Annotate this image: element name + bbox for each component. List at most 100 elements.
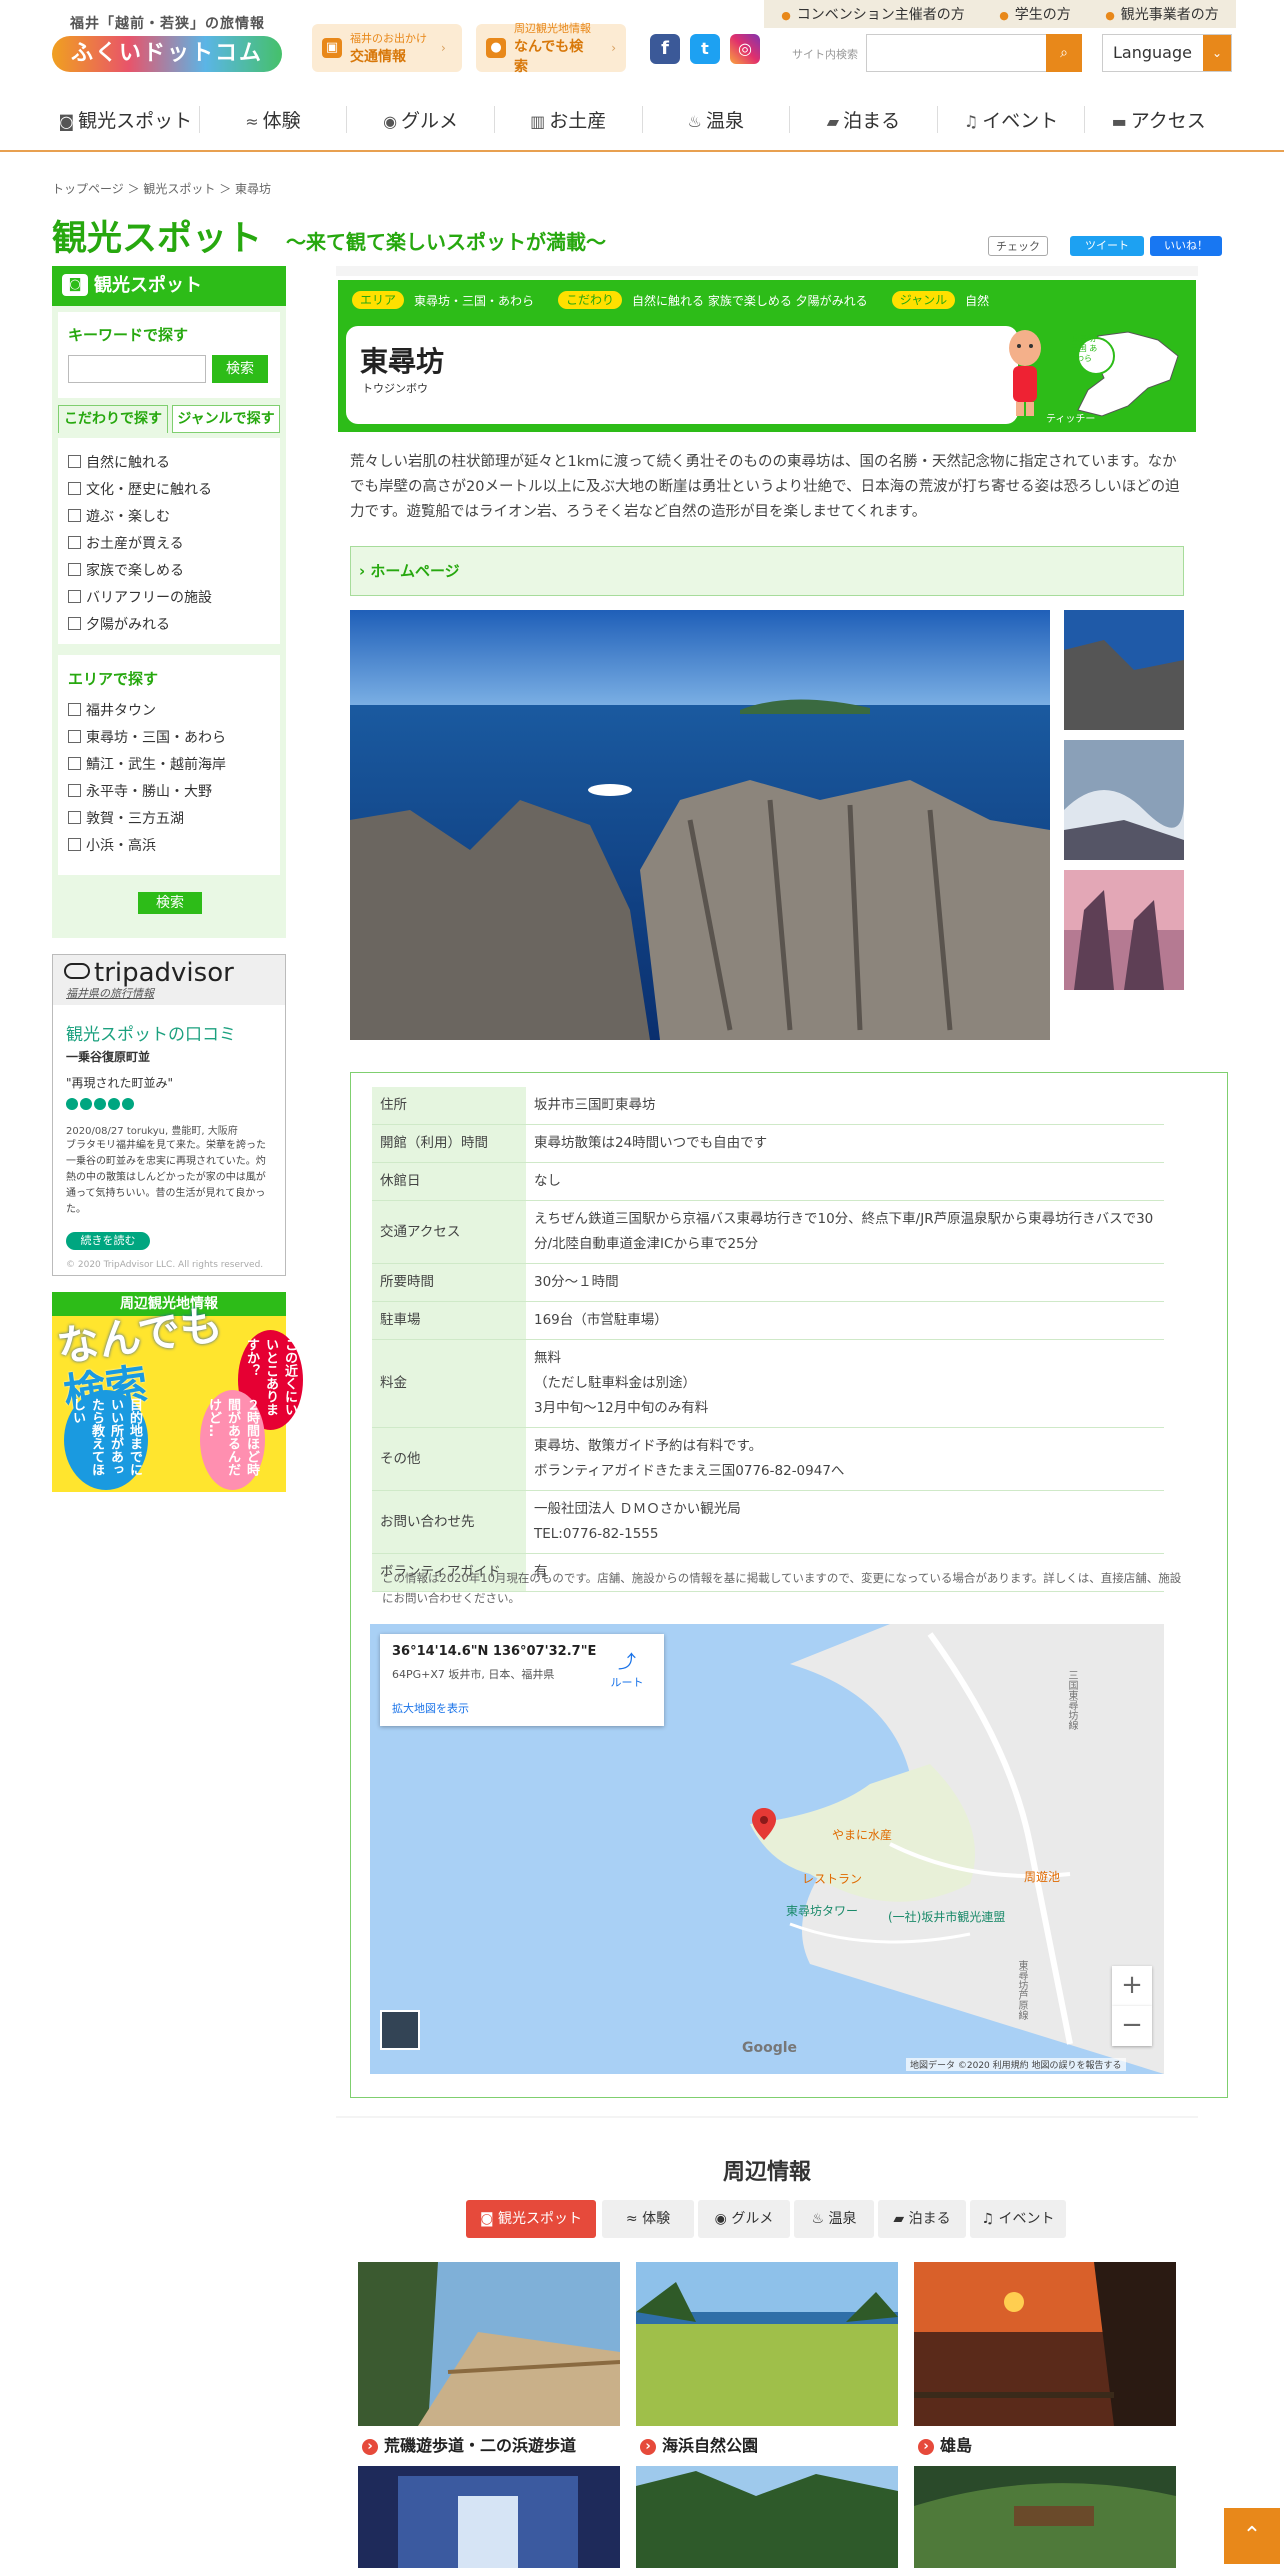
nearby-tab-sightseeing[interactable]: ◙ 観光スポット <box>466 2200 596 2238</box>
checkbox-area[interactable]: 永平寺・勝山・大野 <box>68 781 212 801</box>
info-row: 駐車場 169台（市営駐車場） <box>372 1301 1164 1340</box>
tripadvisor-link[interactable]: 福井県の旅行情報 <box>66 985 154 1001</box>
site-logo[interactable]: ふくいドットコム <box>52 36 282 72</box>
rating-bubbles <box>66 1098 134 1110</box>
map-footer[interactable]: 地図データ ©2020 利用規約 地図の誤りを報告する <box>906 2058 1126 2071</box>
nearby-photo[interactable] <box>636 2262 898 2426</box>
map-enlarge-link[interactable]: 拡大地図を表示 <box>392 1700 469 1716</box>
twitter-icon[interactable]: t <box>690 34 720 64</box>
nav-onsen[interactable]: ♨ 温泉 <box>641 105 790 133</box>
nearby-search-button[interactable]: ● 周辺観光地情報 なんでも検索 › <box>476 22 626 75</box>
spot-genre[interactable]: 自然 <box>965 292 989 309</box>
nearby-tab-onsen[interactable]: ♨ 温泉 <box>794 2200 874 2238</box>
info-value-line: 30分～１時間 <box>534 1274 619 1290</box>
breadcrumb[interactable]: トップページ ＞ 観光スポット ＞ 東尋坊 <box>52 180 271 197</box>
spot-area[interactable]: 東尋坊・三国・あわら <box>414 292 534 309</box>
check-button[interactable]: チェック <box>988 236 1048 256</box>
spot-kana: トウジンボウ <box>362 382 428 395</box>
checkbox-area[interactable]: 敦賀・三方五湖 <box>68 808 184 828</box>
language-select[interactable]: Language ⌄ <box>1102 34 1232 72</box>
tripadvisor-logo[interactable]: tripadvisor <box>64 958 234 988</box>
checkbox-area[interactable]: 鯖江・武生・越前海岸 <box>68 754 226 774</box>
map-route-button[interactable]: ⤴ ルート <box>602 1648 652 1690</box>
review-spot[interactable]: 一乗谷復原町並 <box>66 1048 150 1065</box>
nearby-photo[interactable] <box>914 2262 1176 2426</box>
chevron-down-icon: ⌄ <box>1203 35 1231 71</box>
nearby-item-title[interactable]: 荒磯遊歩道・二の浜遊歩道 <box>362 2432 576 2456</box>
nav-event[interactable]: ♫ イベント <box>936 105 1085 133</box>
info-row: 開館（利用）時間 東尋坊散策は24時間いつでも自由です <box>372 1124 1164 1163</box>
nearby-item-title[interactable]: 海浜自然公園 <box>640 2432 758 2456</box>
checkbox-area[interactable]: 福井タウン <box>68 700 156 720</box>
checkbox-kodawari[interactable]: お土産が買える <box>68 533 184 553</box>
nearby-photo[interactable] <box>358 2262 620 2426</box>
nav-experience[interactable]: ≈ 体験 <box>198 105 347 133</box>
checkbox-kodawari[interactable]: バリアフリーの施設 <box>68 587 212 607</box>
nav-gourmet[interactable]: ◉ グルメ <box>346 105 494 133</box>
nearby-tab-gourmet[interactable]: ◉ グルメ <box>698 2200 790 2238</box>
info-label: 駐車場 <box>372 1301 526 1340</box>
info-label: お問い合わせ先 <box>372 1490 526 1554</box>
nav-access[interactable]: ▬ アクセス <box>1084 105 1232 133</box>
nearby-tab-stay[interactable]: ▰ 泊まる <box>878 2200 966 2238</box>
read-more-button[interactable]: 続きを読む <box>66 1232 150 1250</box>
nearby-item-title[interactable]: 雄島 <box>918 2432 972 2456</box>
logo-tagline: 福井「越前・若狭」の旅情報 <box>70 16 265 32</box>
map-poi-label[interactable]: (一社)坂井市観光連盟 <box>888 1908 1005 1925</box>
checkbox-kodawari[interactable]: 夕陽がみれる <box>68 614 170 634</box>
nearby-heading: 周辺情報 <box>722 2160 811 2185</box>
zoom-in-button[interactable]: + <box>1112 1966 1152 2006</box>
info-value-line: ボランティアガイドきたまえ三国0776-82-0947へ <box>534 1463 845 1479</box>
search-icon[interactable]: ⌕ <box>1046 34 1082 72</box>
spot-info-table: 住所 坂井市三国町東尋坊 開館（利用）時間 東尋坊散策は24時間いつでも自由です 休館日… <box>372 1086 1164 1592</box>
nearby-photo[interactable] <box>358 2466 620 2568</box>
sidebar-search-button[interactable]: 検索 <box>138 892 202 914</box>
main-photo[interactable] <box>350 610 1050 1040</box>
dish-icon: ◉ <box>714 2211 732 2227</box>
checkbox-kodawari[interactable]: 自然に触れる <box>68 452 170 472</box>
info-value: えちぜん鉄道三国駅から京福バス東尋坊行きで10分、終点下車/JR芦原温泉駅から東… <box>526 1200 1164 1264</box>
nav-souvenir[interactable]: ▥ お土産 <box>493 105 642 133</box>
checkbox-kodawari[interactable]: 文化・歴史に触れる <box>68 479 212 499</box>
info-value: なし <box>526 1162 1164 1201</box>
nearby-photo[interactable] <box>636 2466 898 2568</box>
zoom-out-button[interactable]: − <box>1112 2006 1152 2046</box>
like-button[interactable]: いいね！ <box>1150 236 1222 256</box>
keyword-search-button[interactable]: 検索 <box>212 355 268 383</box>
map-poi-label[interactable]: 東尋坊タワー <box>786 1902 858 1919</box>
link-students[interactable]: 学生の方 <box>999 4 1071 24</box>
tweet-button[interactable]: ツイート <box>1070 236 1144 256</box>
tab-genre[interactable]: ジャンルで探す <box>172 405 280 433</box>
link-business[interactable]: 観光事業者の方 <box>1105 4 1219 24</box>
spot-kodawari[interactable]: 自然に触れる 家族で楽しめる 夕陽がみれる <box>632 292 868 309</box>
nav-sightseeing[interactable]: ◙ 観光スポット <box>52 106 199 133</box>
facebook-icon[interactable]: f <box>650 34 680 64</box>
homepage-link[interactable]: › ホームページ <box>350 546 1184 596</box>
checkbox-area[interactable]: 小浜・高浜 <box>68 835 156 855</box>
nearby-tab-experience[interactable]: ≈ 体験 <box>602 2200 694 2238</box>
map-poi-label[interactable]: 周遊池 <box>1024 1868 1060 1885</box>
back-to-top-button[interactable]: ⌃ <box>1224 2508 1280 2564</box>
map-poi-label[interactable]: レストラン <box>802 1870 862 1887</box>
link-convention[interactable]: コンベンション主催者の方 <box>781 4 965 24</box>
nav-stay[interactable]: ▰ 泊まる <box>789 105 937 133</box>
keyword-input[interactable] <box>68 355 206 383</box>
nearby-photo[interactable] <box>914 2466 1176 2568</box>
thumbnail-photo[interactable] <box>1064 740 1184 860</box>
dinosaur-icon: ≈ <box>245 111 259 131</box>
site-search-input[interactable] <box>866 34 1046 72</box>
thumbnail-photo[interactable] <box>1064 610 1184 730</box>
map-poi-label[interactable]: やまに水産 <box>832 1826 892 1843</box>
review-heading: 観光スポットの口コミ <box>66 1025 236 1045</box>
satellite-toggle[interactable] <box>380 2010 420 2050</box>
traffic-info-button[interactable]: ▣ 福井のお出かけ 交通情報 › <box>312 24 462 72</box>
camera-icon: ◙ <box>62 274 88 296</box>
nearby-tab-event[interactable]: ♫ イベント <box>970 2200 1066 2238</box>
map-pin-icon[interactable] <box>752 1808 776 1840</box>
thumbnail-photo[interactable] <box>1064 870 1184 990</box>
tab-kodawari[interactable]: こだわりで探す <box>58 405 168 433</box>
instagram-icon[interactable]: ◎ <box>730 34 760 64</box>
checkbox-kodawari[interactable]: 遊ぶ・楽しむ <box>68 506 170 526</box>
checkbox-kodawari[interactable]: 家族で楽しめる <box>68 560 184 580</box>
checkbox-area[interactable]: 東尋坊・三国・あわら <box>68 727 226 747</box>
